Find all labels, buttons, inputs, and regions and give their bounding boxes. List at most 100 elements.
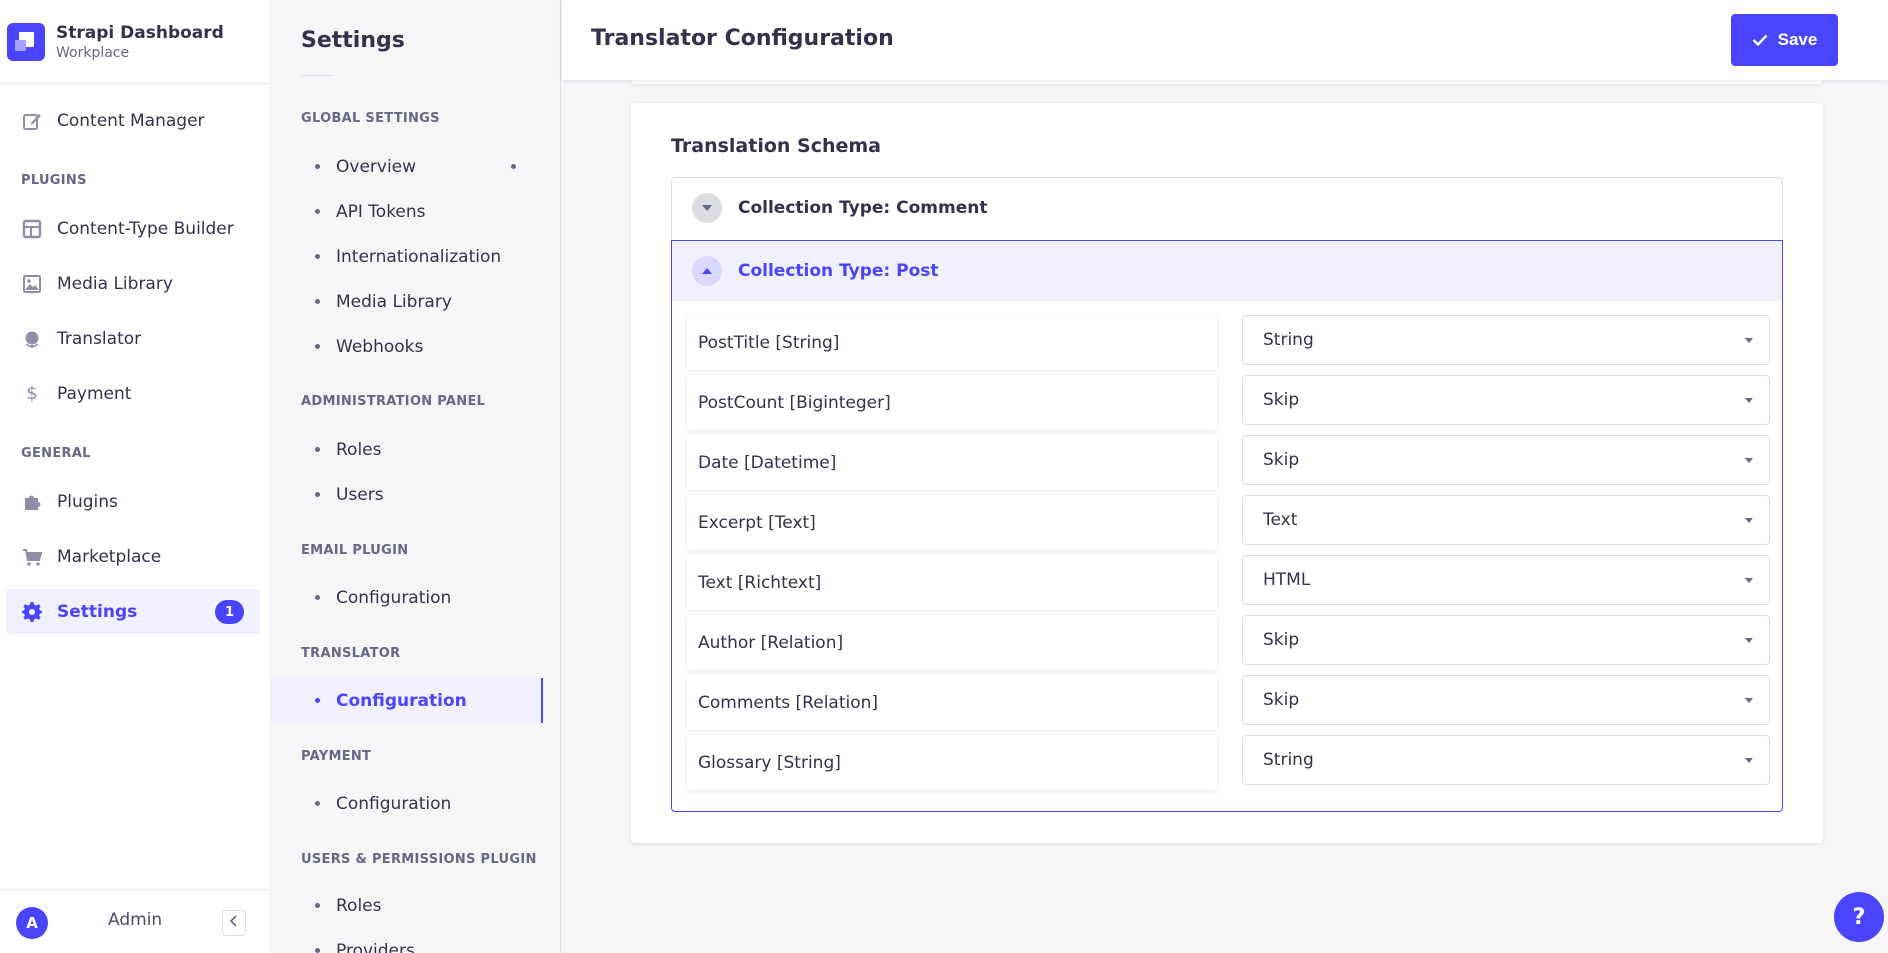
caret-down-icon <box>1745 698 1753 703</box>
section-payment: PAYMENT <box>301 749 372 764</box>
accordion-comment: Collection Type: Comment <box>671 177 1783 241</box>
field-label: Author [Relation] <box>687 615 1217 670</box>
brand-subtitle: Workplace <box>56 44 130 61</box>
sub-link-overview[interactable]: Overview <box>271 144 543 189</box>
field-label: Excerpt [Text] <box>687 495 1217 550</box>
select-value: Text <box>1263 510 1298 530</box>
nav-label: Marketplace <box>57 546 162 567</box>
sub-link-webhooks[interactable]: Webhooks <box>271 324 543 369</box>
field-label: PostCount [Biginteger] <box>687 375 1217 430</box>
section-users-permissions: USERS & PERMISSIONS PLUGIN <box>301 852 537 867</box>
sub-link-translator-configuration[interactable]: Configuration <box>271 678 543 723</box>
chevron-left-icon <box>229 915 239 931</box>
select-value: Skip <box>1263 390 1300 410</box>
new-indicator-dot <box>511 164 516 169</box>
nav-item-content-type-builder[interactable]: Content-Type Builder <box>6 206 260 251</box>
globe-icon <box>22 329 42 349</box>
field-row: Excerpt [Text] Text <box>687 495 1770 550</box>
save-button[interactable]: Save <box>1731 14 1838 66</box>
select-value: Skip <box>1263 450 1300 470</box>
collapse-nav-button[interactable] <box>222 910 246 936</box>
select-value: Skip <box>1263 630 1300 650</box>
translation-schema-card: Translation Schema Collection Type: Comm… <box>631 103 1823 843</box>
field-type-select[interactable]: Skip <box>1242 375 1770 425</box>
sub-nav-title: Settings <box>301 28 405 53</box>
accordion-header-post[interactable]: Collection Type: Post <box>672 241 1782 301</box>
field-type-select[interactable]: Text <box>1242 495 1770 545</box>
nav-item-media-library[interactable]: Media Library <box>6 261 260 306</box>
select-value: String <box>1263 750 1314 770</box>
caret-down-icon <box>1745 398 1753 403</box>
shopping-cart-icon <box>22 547 42 567</box>
field-row: PostTitle [String] String <box>687 315 1770 370</box>
nav-item-marketplace[interactable]: Marketplace <box>6 534 260 579</box>
select-value: String <box>1263 330 1314 350</box>
chevron-up-icon[interactable] <box>692 256 722 286</box>
nav-label: Translator <box>57 328 142 349</box>
field-row: Comments [Relation] Skip <box>687 675 1770 730</box>
sub-link-payment-configuration[interactable]: Configuration <box>271 781 543 826</box>
sub-link-label: Overview <box>336 156 417 177</box>
avatar[interactable]: A <box>16 907 48 939</box>
layout-icon <box>22 219 42 239</box>
field-type-select[interactable]: HTML <box>1242 555 1770 605</box>
nav-label: Settings <box>57 601 138 622</box>
caret-down-icon <box>1745 458 1753 463</box>
accordion-label: Collection Type: Comment <box>738 198 988 218</box>
sub-link-media-library[interactable]: Media Library <box>271 279 543 324</box>
caret-down-icon <box>1745 518 1753 523</box>
brand-title: Strapi Dashboard <box>56 22 224 43</box>
page-title: Translator Configuration <box>591 26 894 51</box>
field-row: Text [Richtext] HTML <box>687 555 1770 610</box>
field-row: Date [Datetime] Skip <box>687 435 1770 490</box>
select-value: HTML <box>1263 570 1311 590</box>
field-type-select[interactable]: String <box>1242 315 1770 365</box>
field-label: PostTitle [String] <box>687 315 1217 370</box>
field-type-select[interactable]: String <box>1242 735 1770 785</box>
nav-label: Content Manager <box>57 110 205 131</box>
nav-item-settings[interactable]: Settings 1 <box>6 589 260 634</box>
nav-footer: A Admin <box>0 889 271 953</box>
admin-name[interactable]: Admin <box>108 910 162 930</box>
caret-down-icon <box>1745 578 1753 583</box>
field-type-select[interactable]: Skip <box>1242 675 1770 725</box>
field-label: Comments [Relation] <box>687 675 1217 730</box>
accordion-header-comment[interactable]: Collection Type: Comment <box>672 178 1782 238</box>
nav-item-plugins[interactable]: Plugins <box>6 479 260 524</box>
sub-link-api-tokens[interactable]: API Tokens <box>271 189 543 234</box>
field-row: Author [Relation] Skip <box>687 615 1770 670</box>
nav-item-translator[interactable]: Translator <box>6 316 260 361</box>
sub-link-up-roles[interactable]: Roles <box>271 883 543 928</box>
pencil-icon <box>22 111 42 131</box>
image-icon <box>22 274 42 294</box>
field-label: Text [Richtext] <box>687 555 1217 610</box>
sub-link-users[interactable]: Users <box>271 472 543 517</box>
page-header: Translator Configuration Save <box>562 0 1888 80</box>
help-button[interactable]: ? <box>1834 892 1884 942</box>
field-row: PostCount [Biginteger] Skip <box>687 375 1770 430</box>
nav-item-content-manager[interactable]: Content Manager <box>6 98 260 143</box>
nav-item-payment[interactable]: $ Payment <box>6 371 260 416</box>
settings-sub-navigation: Settings GLOBAL SETTINGS Overview API To… <box>271 0 561 953</box>
field-label: Glossary [String] <box>687 735 1217 790</box>
section-administration-panel: ADMINISTRATION PANEL <box>301 394 486 409</box>
field-type-select[interactable]: Skip <box>1242 615 1770 665</box>
gear-icon <box>22 601 42 622</box>
schema-title: Translation Schema <box>671 135 882 157</box>
sub-link-providers[interactable]: Providers <box>271 928 543 953</box>
question-mark-icon: ? <box>1852 904 1866 930</box>
nav-label: Plugins <box>57 491 118 512</box>
sub-link-internationalization[interactable]: Internationalization <box>271 234 543 279</box>
sub-link-roles[interactable]: Roles <box>271 427 543 472</box>
chevron-down-icon[interactable] <box>692 193 722 223</box>
caret-down-icon <box>1745 638 1753 643</box>
sub-link-email-configuration[interactable]: Configuration <box>271 575 543 620</box>
field-type-select[interactable]: Skip <box>1242 435 1770 485</box>
strapi-logo-icon <box>7 22 45 61</box>
accordion-post: Collection Type: Post PostTitle [String]… <box>671 240 1783 812</box>
puzzle-icon <box>22 492 42 512</box>
dollar-icon: $ <box>26 383 38 404</box>
select-value: Skip <box>1263 690 1300 710</box>
notification-badge: 1 <box>215 600 244 624</box>
field-label: Date [Datetime] <box>687 435 1217 490</box>
